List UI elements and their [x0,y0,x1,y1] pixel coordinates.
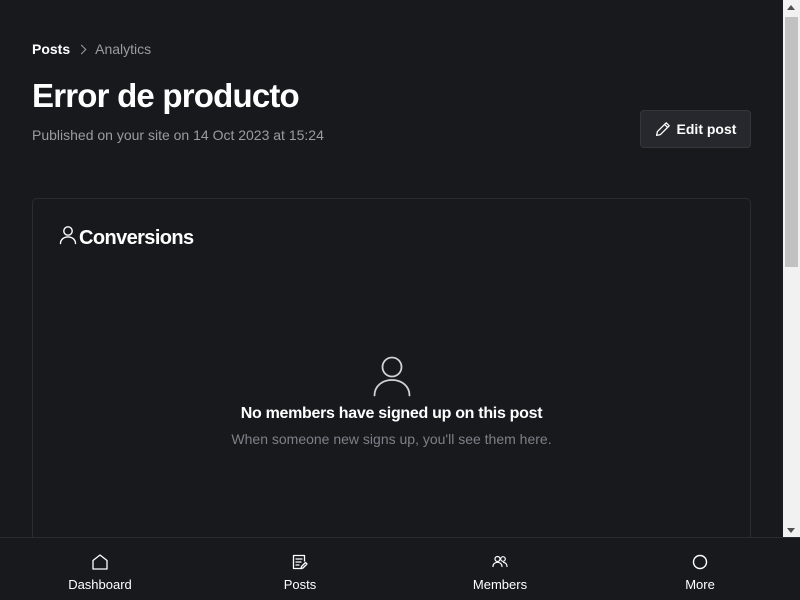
breadcrumb-current: Analytics [95,41,152,57]
nav-label-members: Members [472,577,528,592]
bottom-navigation: Dashboard Posts Members More [0,537,800,600]
scroll-down-arrow-icon[interactable] [787,528,795,533]
nav-label-dashboard: Dashboard [68,577,132,592]
empty-state: No members have signed up on this post W… [33,355,750,447]
members-icon [491,553,509,571]
conversions-title: Conversions [79,226,194,249]
empty-state-title: No members have signed up on this post [240,405,543,422]
nav-item-members[interactable]: Members [400,538,600,600]
empty-user-icon [33,355,750,397]
edit-post-button[interactable]: Edit post [640,110,751,148]
empty-state-subtitle: When someone new signs up, you'll see th… [231,431,552,447]
conversions-header: Conversions [59,225,194,251]
conversions-card: Conversions No members have signed up on… [32,198,751,537]
breadcrumb: Posts Analytics [32,40,151,58]
nav-item-dashboard[interactable]: Dashboard [0,538,200,600]
nav-item-posts[interactable]: Posts [200,538,400,600]
edit-post-label: Edit post [676,121,737,137]
nav-item-more[interactable]: More [600,538,800,600]
scroll-up-arrow-icon[interactable] [787,5,795,10]
scrollbar-thumb[interactable] [785,17,798,267]
vertical-scrollbar[interactable] [783,0,800,537]
circle-icon [691,553,709,571]
nav-label-posts: Posts [283,577,317,592]
chevron-right-icon [76,44,87,54]
published-info: Published on your site on 14 Oct 2023 at… [32,127,324,143]
main-content: Posts Analytics Error de producto Publis… [0,0,783,537]
posts-icon [291,553,309,571]
home-icon [91,553,109,571]
app-page: Posts Analytics Error de producto Publis… [0,0,800,600]
breadcrumb-posts-link[interactable]: Posts [32,41,70,57]
pencil-icon [655,121,671,137]
nav-label-more: More [685,577,715,592]
user-icon [59,225,77,251]
page-title: Error de producto [32,77,300,114]
